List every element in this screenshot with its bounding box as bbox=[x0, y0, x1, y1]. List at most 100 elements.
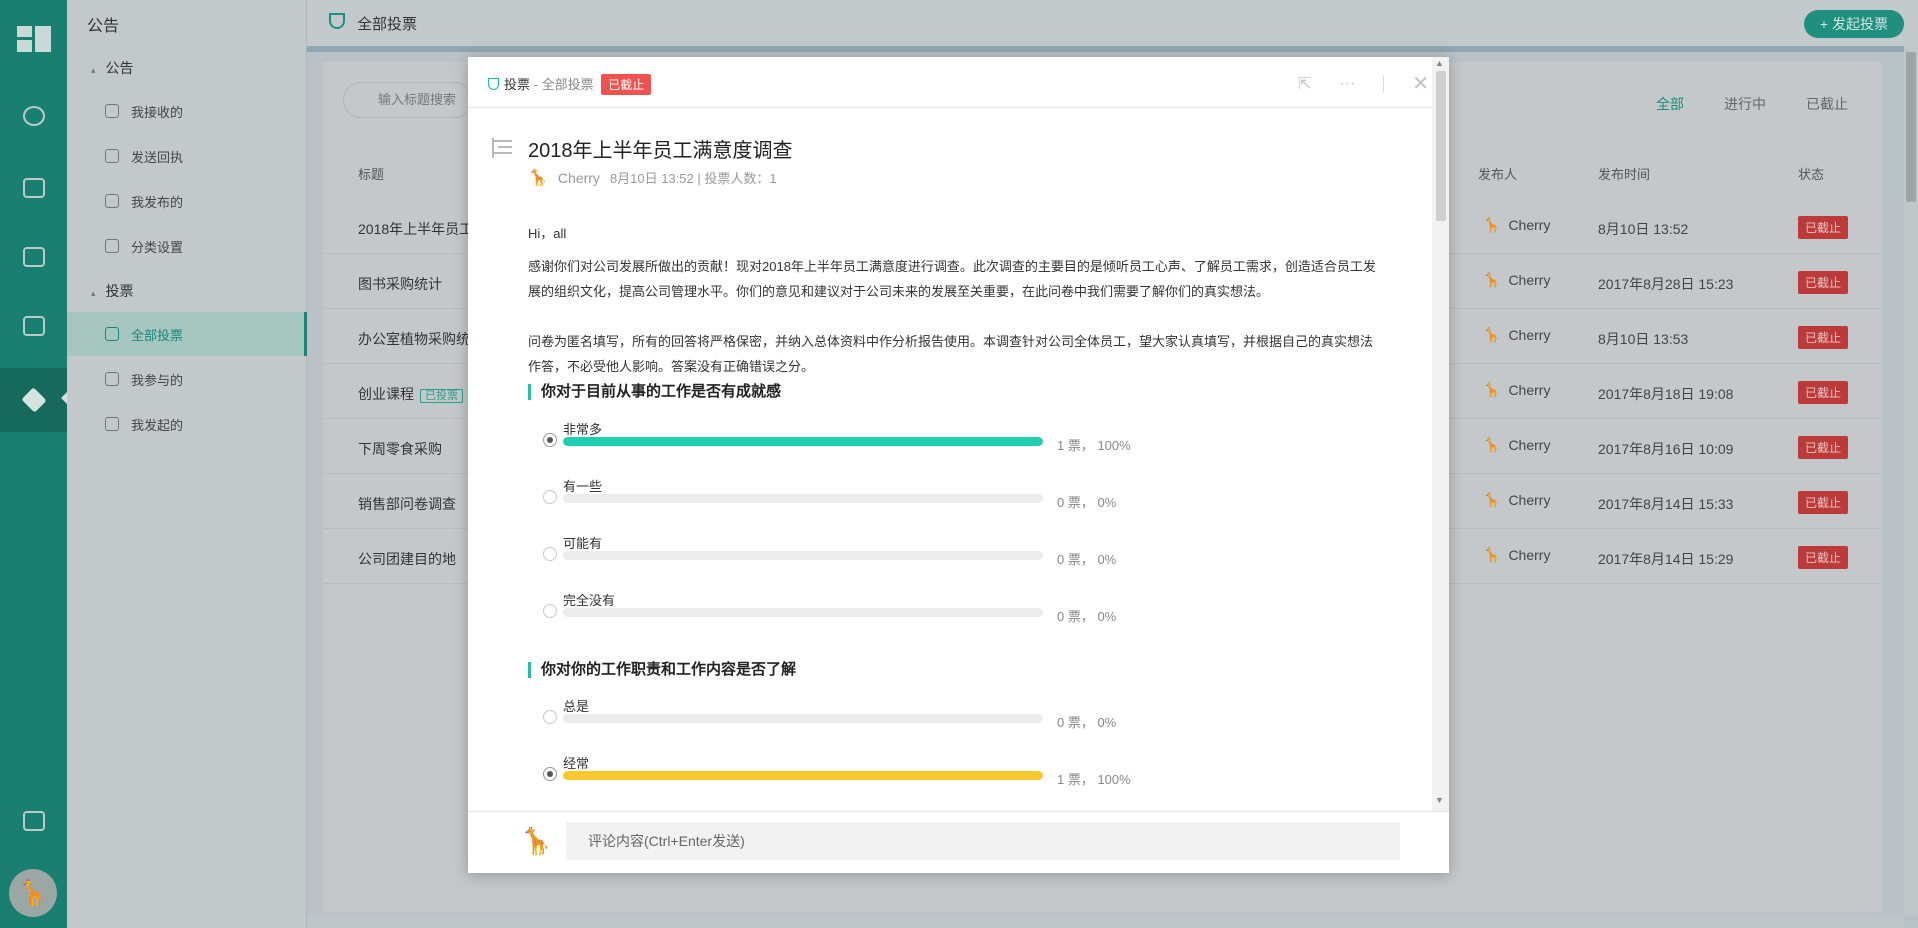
result-bar bbox=[563, 551, 1043, 560]
page-scrollbar-horizontal[interactable] bbox=[307, 916, 1904, 928]
radio-button[interactable] bbox=[543, 547, 557, 561]
greeting: Hi，all bbox=[528, 226, 567, 241]
open-external-icon[interactable]: ⇱ bbox=[1298, 74, 1311, 94]
scroll-thumb[interactable] bbox=[1436, 71, 1446, 221]
grid-icon bbox=[105, 239, 119, 253]
author-name: Cherry bbox=[557, 170, 600, 186]
question-title: 你对于目前从事的工作是否有成就感 bbox=[528, 384, 781, 400]
status-badge: 已截止 bbox=[1798, 546, 1849, 569]
sidebar-item-participated[interactable]: 我参与的 bbox=[67, 357, 307, 401]
search-input[interactable]: 输入标题搜索 bbox=[343, 82, 473, 118]
col-time: 发布时间 bbox=[1598, 167, 1651, 182]
filter-all[interactable]: 全部 bbox=[1656, 94, 1684, 114]
result-bar bbox=[563, 771, 1043, 780]
rail-tasks-button[interactable] bbox=[0, 229, 67, 285]
sidebar-title: 公告 bbox=[87, 18, 120, 35]
vote-detail-dialog: 投票 - 全部投票 已截止 ⇱ ··· ✕ 2018年上半年员工满意度调查 🦒 C… bbox=[468, 57, 1449, 873]
new-vote-button[interactable]: + 发起投票 bbox=[1803, 10, 1904, 38]
divider bbox=[1383, 74, 1385, 93]
user-avatar: 🦒 bbox=[520, 826, 553, 856]
voter-count: | 投票人数：1 bbox=[697, 171, 777, 186]
status-badge: 已截止 bbox=[1798, 271, 1849, 294]
checkbox-icon bbox=[22, 247, 45, 267]
radio-button[interactable] bbox=[543, 490, 557, 504]
radio-button[interactable] bbox=[543, 433, 557, 447]
speaker-icon bbox=[105, 104, 119, 118]
vote-option[interactable]: 完全没有 0 票， 0% bbox=[543, 590, 1193, 640]
result-bar bbox=[563, 608, 1043, 617]
vote-option[interactable]: 经常 1 票， 100% bbox=[543, 753, 1193, 803]
sidebar-item-all-votes[interactable]: 全部投票 bbox=[67, 312, 307, 356]
user-avatar[interactable]: 🦒 bbox=[9, 869, 57, 917]
sidebar-group-vote[interactable]: 投票 bbox=[91, 281, 134, 301]
voted-tag: 已投票 bbox=[420, 389, 463, 403]
vote-option[interactable]: 总是 0 票， 0% bbox=[543, 696, 1193, 746]
document-icon bbox=[492, 138, 512, 158]
status-filters: 全部 进行中 已截止 bbox=[1656, 94, 1848, 114]
comment-input[interactable]: 评论内容(Ctrl+Enter发送) bbox=[566, 822, 1400, 860]
top-bar: 全部投票 + 发起投票 bbox=[307, 0, 1918, 46]
col-publisher: 发布人 bbox=[1478, 167, 1518, 182]
close-icon[interactable]: ✕ bbox=[1412, 71, 1429, 96]
rail-contacts-button[interactable] bbox=[0, 793, 67, 849]
intro-paragraph-2: 问卷为匿名填写，所有的回答将严格保密，并纳入总体资料中作分析报告使用。本调查针对… bbox=[528, 334, 1374, 374]
intro-paragraph: 感谢你们对公司发展所做出的贡献！现对2018年上半年员工满意度进行调查。此次调查… bbox=[528, 259, 1376, 299]
dialog-scrollbar[interactable]: ▲ ▼ bbox=[1432, 57, 1449, 811]
vote-option[interactable]: 有一些 0 票， 0% bbox=[543, 476, 1193, 526]
filter-ongoing[interactable]: 进行中 bbox=[1724, 94, 1766, 114]
user-add-icon bbox=[105, 417, 119, 431]
dialog-header: 投票 - 全部投票 已截止 ⇱ ··· ✕ bbox=[468, 57, 1449, 108]
question-title: 你对你的工作职责和工作内容是否了解 bbox=[528, 662, 796, 678]
sidebar-item-published[interactable]: 我发布的 bbox=[67, 179, 307, 223]
filter-closed[interactable]: 已截止 bbox=[1806, 94, 1848, 114]
icon-rail: 🦒 bbox=[0, 0, 67, 928]
status-badge: 已截止 bbox=[1798, 216, 1849, 239]
vote-date: 8月10日 13:52 bbox=[609, 171, 694, 186]
scroll-down-icon[interactable]: ▼ bbox=[1435, 795, 1444, 805]
status-badge: 已截止 bbox=[1798, 491, 1849, 514]
trophy-icon bbox=[329, 13, 345, 29]
status-badge: 已截止 bbox=[1798, 381, 1849, 404]
sidebar-item-receipts[interactable]: 发送回执 bbox=[67, 134, 307, 178]
radio-button[interactable] bbox=[543, 767, 557, 781]
result-bar-fill bbox=[563, 437, 1043, 446]
dialog-body: 2018年上半年员工满意度调查 🦒 Cherry 8月10日 13:52 | 投票人… bbox=[468, 108, 1432, 808]
calendar-icon bbox=[22, 316, 45, 336]
dialog-tools: ⇱ ··· ✕ bbox=[1298, 71, 1429, 96]
scroll-thumb[interactable] bbox=[1906, 52, 1916, 202]
rail-inbox-button[interactable] bbox=[0, 160, 67, 216]
sidebar-group-announcement[interactable]: 公告 bbox=[91, 58, 134, 78]
sidebar-item-categories[interactable]: 分类设置 bbox=[67, 224, 307, 268]
vote-option[interactable]: 可能有 0 票， 0% bbox=[543, 533, 1193, 583]
more-icon[interactable]: ··· bbox=[1339, 75, 1355, 93]
radio-button[interactable] bbox=[543, 710, 557, 724]
rail-messages-button[interactable] bbox=[0, 88, 67, 144]
receipt-icon bbox=[105, 149, 119, 163]
result-bar bbox=[563, 714, 1043, 723]
send-icon bbox=[105, 194, 119, 208]
rail-apps-button[interactable] bbox=[0, 368, 67, 432]
scroll-up-icon[interactable]: ▲ bbox=[1435, 58, 1444, 68]
trophy-icon bbox=[488, 78, 499, 90]
page-scrollbar-vertical[interactable] bbox=[1904, 46, 1918, 916]
result-bar bbox=[563, 494, 1043, 503]
contacts-icon bbox=[22, 811, 45, 831]
user-icon bbox=[105, 372, 119, 386]
breadcrumb: 投票 - 全部投票 已截止 bbox=[488, 74, 652, 95]
col-status: 状态 bbox=[1798, 167, 1825, 182]
sidebar-item-initiated[interactable]: 我发起的 bbox=[67, 402, 307, 446]
vote-option[interactable]: 非常多 1 票， 100% bbox=[543, 419, 1193, 469]
app-logo-icon[interactable] bbox=[17, 26, 51, 52]
vote-meta: 🦒 Cherry 8月10日 13:52 | 投票人数：1 bbox=[528, 168, 777, 188]
inbox-icon bbox=[22, 178, 45, 198]
result-bar bbox=[563, 437, 1043, 446]
col-title: 标题 bbox=[358, 167, 385, 182]
cube-icon bbox=[20, 387, 47, 413]
author-avatar: 🦒 bbox=[528, 170, 548, 187]
status-badge: 已截止 bbox=[1798, 326, 1849, 349]
rail-calendar-button[interactable] bbox=[0, 298, 67, 354]
radio-button[interactable] bbox=[543, 604, 557, 618]
sidebar-item-received[interactable]: 我接收的 bbox=[67, 89, 307, 133]
chat-icon bbox=[22, 106, 45, 126]
vote-title: 2018年上半年员工满意度调查 bbox=[528, 140, 793, 162]
